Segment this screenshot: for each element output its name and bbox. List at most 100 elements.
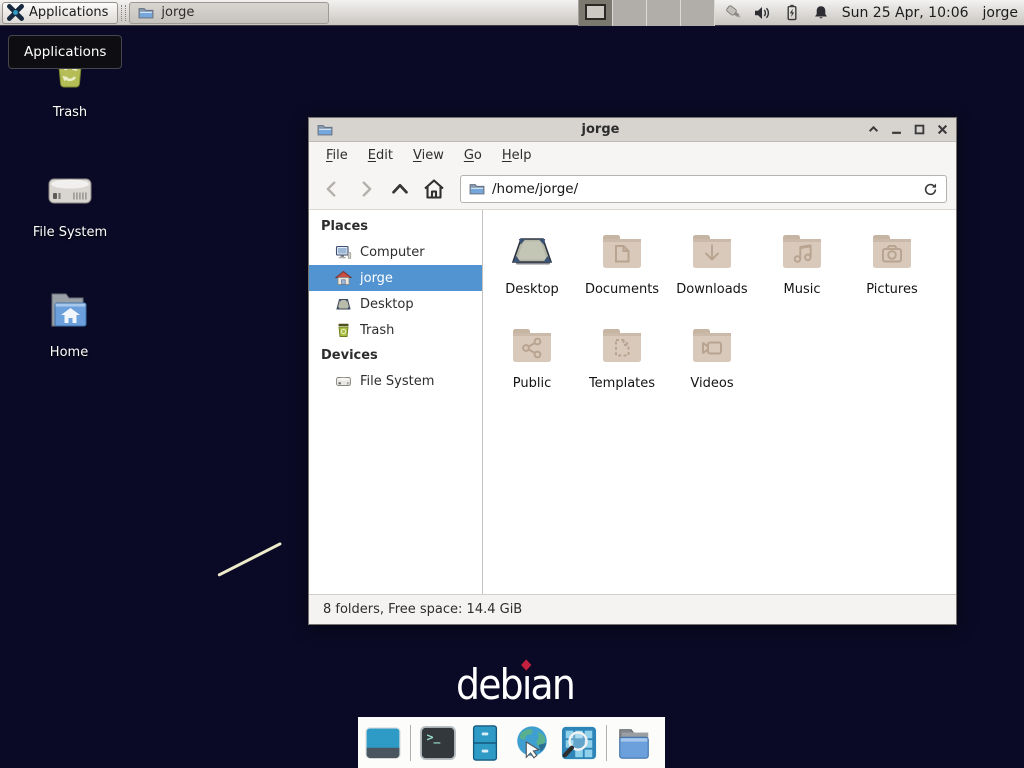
file-label: Downloads	[667, 282, 757, 297]
sidebar-item-computer[interactable]: Computer	[309, 239, 482, 265]
file-icon-view[interactable]: Desktop Documents	[483, 210, 956, 594]
applications-menu-label: Applications	[29, 5, 108, 20]
bottom-dock: >_	[358, 717, 665, 768]
taskbar-folder-icon	[138, 5, 154, 21]
taskbar-window-button[interactable]: jorge	[129, 2, 329, 24]
file-cabinet-icon[interactable]	[465, 723, 505, 763]
panel-handle[interactable]	[121, 5, 126, 21]
menu-edit[interactable]: Edit	[358, 144, 403, 167]
shade-button[interactable]	[868, 124, 879, 135]
taskbar-window-label: jorge	[161, 5, 194, 20]
file-label: Public	[487, 376, 577, 391]
sidebar-item-file-system[interactable]: File System	[309, 368, 482, 394]
titlebar[interactable]: jorge	[309, 118, 956, 142]
file-label: Pictures	[847, 282, 937, 297]
panel-clock[interactable]: Sun 25 Apr, 10:06	[842, 5, 969, 21]
folder-pictures-icon	[868, 228, 916, 276]
file-label: Desktop	[487, 282, 577, 297]
path-bar[interactable]: /home/jorge/	[460, 175, 947, 203]
battery-icon[interactable]	[783, 4, 801, 22]
terminal-icon[interactable]: >_	[418, 723, 458, 763]
workspace-window-preview	[585, 4, 606, 20]
workspace-switcher	[578, 0, 715, 26]
up-button[interactable]	[386, 175, 414, 203]
minimize-button[interactable]	[891, 124, 902, 135]
folder-downloads-icon	[688, 228, 736, 276]
dock-separator	[606, 725, 607, 761]
menu-file[interactable]: File	[316, 144, 358, 167]
application-finder-icon[interactable]	[559, 723, 599, 763]
file-manager-icon[interactable]	[614, 723, 654, 763]
maximize-button[interactable]	[914, 124, 925, 135]
file-item-videos[interactable]: Videos	[667, 321, 757, 415]
folder-documents-icon	[598, 228, 646, 276]
notifications-bell-icon[interactable]	[812, 4, 830, 22]
sidebar-item-trash[interactable]: Trash	[309, 317, 482, 343]
file-label: Videos	[667, 376, 757, 391]
folder-public-icon	[508, 322, 556, 370]
debian-watermark: debıan	[456, 660, 574, 709]
file-item-public[interactable]: Public	[487, 321, 577, 415]
home-folder-icon	[43, 286, 95, 338]
folder-music-icon	[778, 228, 826, 276]
sidebar-item-label: jorge	[360, 271, 393, 286]
workspace-1[interactable]	[579, 0, 613, 26]
file-item-documents[interactable]: Documents	[577, 227, 667, 321]
status-bar: 8 folders, Free space: 14.4 GiB	[309, 594, 956, 624]
folder-desktop-icon	[508, 228, 556, 276]
desktop-scratch-artifact	[217, 542, 282, 577]
desktop-icon-file-system[interactable]: File System	[18, 166, 122, 240]
workspace-4[interactable]	[681, 0, 715, 26]
dock-separator	[410, 725, 411, 761]
show-desktop-icon[interactable]	[363, 723, 403, 763]
applications-menu-icon	[7, 4, 24, 21]
file-item-pictures[interactable]: Pictures	[847, 227, 937, 321]
top-panel: Applications jorge	[0, 0, 1024, 26]
debian-text: deb	[456, 660, 522, 709]
menu-view[interactable]: View	[403, 144, 454, 167]
file-manager-window: jorge File Edit View Go Help	[308, 117, 957, 625]
file-item-desktop[interactable]: Desktop	[487, 227, 577, 321]
drive-icon	[44, 166, 96, 218]
desktop-icon-label: Trash	[18, 105, 122, 120]
volume-icon[interactable]	[754, 4, 772, 22]
path-text[interactable]: /home/jorge/	[492, 181, 916, 197]
forward-button[interactable]	[352, 175, 380, 203]
folder-templates-icon	[598, 322, 646, 370]
debian-text: an	[531, 660, 575, 709]
sidebar-item-label: Trash	[360, 323, 394, 338]
sidebar-item-jorge[interactable]: jorge	[309, 265, 482, 291]
folder-videos-icon	[688, 322, 736, 370]
file-item-downloads[interactable]: Downloads	[667, 227, 757, 321]
sidebar-header-devices: Devices	[309, 343, 482, 368]
home-button[interactable]	[420, 175, 448, 203]
desktop-icon-home[interactable]: Home	[17, 286, 121, 360]
workspace-2[interactable]	[613, 0, 647, 26]
workspace-3[interactable]	[647, 0, 681, 26]
file-item-templates[interactable]: Templates	[577, 321, 667, 415]
applications-tooltip: Applications	[8, 35, 122, 69]
desktop-icon-label: Home	[17, 345, 121, 360]
file-label: Documents	[577, 282, 667, 297]
network-icon[interactable]	[725, 4, 743, 22]
file-label: Templates	[577, 376, 667, 391]
close-button[interactable]	[937, 124, 948, 135]
drive-icon	[335, 373, 352, 390]
sidebar-item-label: Computer	[360, 245, 425, 260]
panel-username[interactable]: jorge	[983, 5, 1018, 21]
file-item-music[interactable]: Music	[757, 227, 847, 321]
home-icon	[335, 270, 352, 287]
applications-menu-button[interactable]: Applications	[2, 2, 118, 24]
menu-help[interactable]: Help	[492, 144, 542, 167]
path-folder-icon	[469, 181, 485, 197]
back-button[interactable]	[318, 175, 346, 203]
sidebar-header-places: Places	[309, 214, 482, 239]
desktop-icon-label: File System	[18, 225, 122, 240]
web-browser-icon[interactable]	[512, 723, 552, 763]
menu-go[interactable]: Go	[454, 144, 492, 167]
sidebar: Places Computer	[309, 210, 483, 594]
system-tray	[725, 4, 830, 22]
computer-icon	[335, 244, 352, 261]
reload-icon[interactable]	[923, 182, 938, 197]
sidebar-item-desktop[interactable]: Desktop	[309, 291, 482, 317]
